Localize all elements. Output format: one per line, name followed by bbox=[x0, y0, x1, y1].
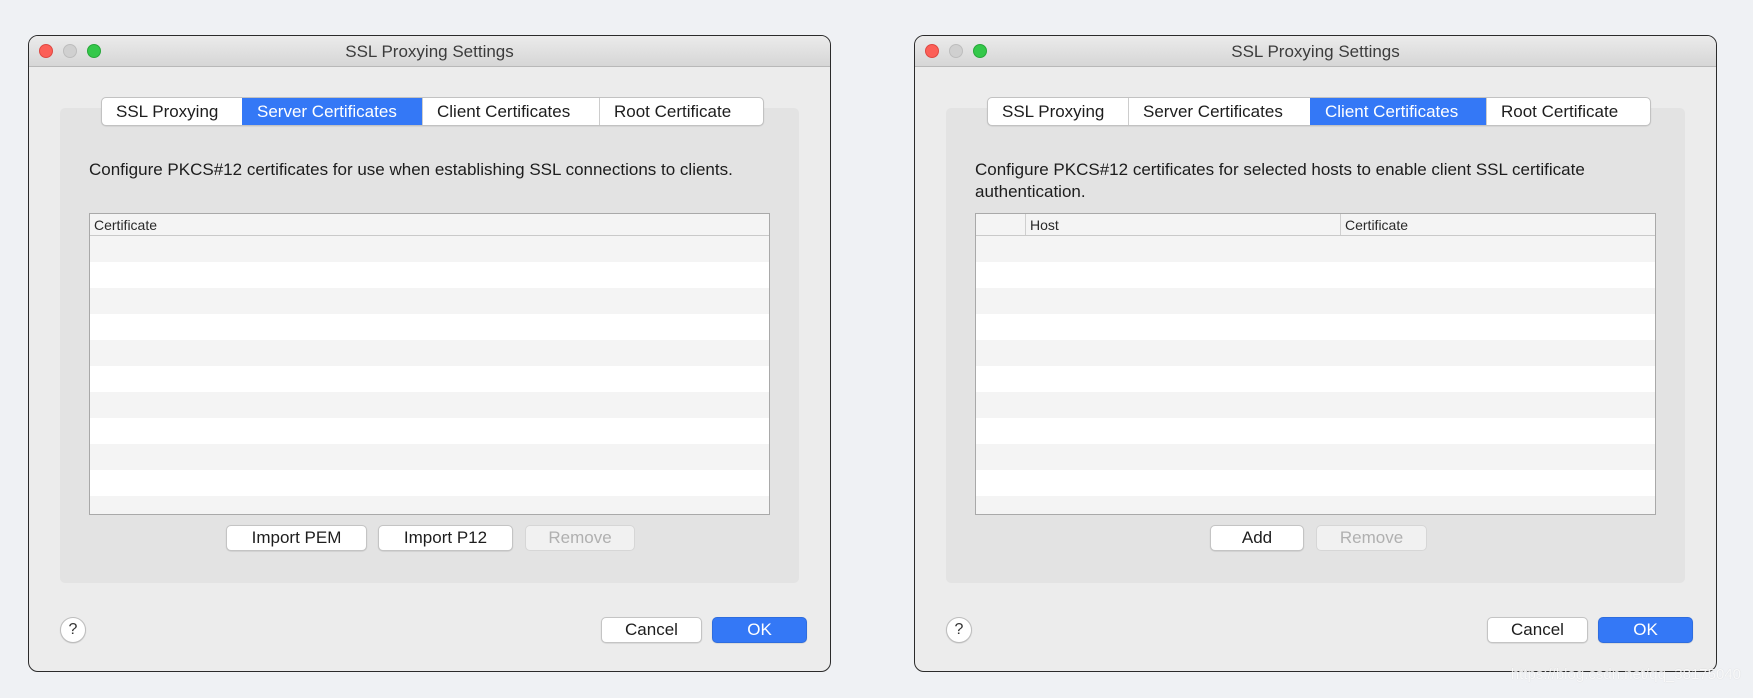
table-row bbox=[90, 262, 769, 288]
table-row bbox=[976, 288, 1655, 314]
column-header-enabled[interactable] bbox=[976, 214, 1025, 235]
ok-button[interactable]: OK bbox=[1598, 617, 1693, 643]
remove-button[interactable]: Remove bbox=[1316, 525, 1427, 551]
table-header: Host Certificate bbox=[976, 214, 1655, 236]
tab-ssl-proxying[interactable]: SSL Proxying bbox=[102, 98, 242, 125]
table-body[interactable] bbox=[976, 236, 1655, 514]
table-row bbox=[976, 496, 1655, 514]
tab-client-certificates[interactable]: Client Certificates bbox=[1310, 98, 1486, 125]
cancel-button[interactable]: Cancel bbox=[601, 617, 702, 643]
table-row bbox=[90, 340, 769, 366]
description-text: Configure PKCS#12 certificates for use w… bbox=[89, 160, 733, 179]
tab-root-certificate[interactable]: Root Certificate bbox=[1486, 98, 1650, 125]
host-certificates-table[interactable]: Host Certificate bbox=[975, 213, 1656, 515]
table-row bbox=[90, 444, 769, 470]
add-button[interactable]: Add bbox=[1210, 525, 1304, 551]
table-row bbox=[90, 314, 769, 340]
column-header-host[interactable]: Host bbox=[1025, 214, 1340, 235]
table-header: Certificate bbox=[90, 214, 769, 236]
table-row bbox=[90, 496, 769, 514]
help-button[interactable]: ? bbox=[946, 617, 972, 643]
description-text: Configure PKCS#12 certificates for selec… bbox=[975, 160, 1585, 201]
tab-server-certificates[interactable]: Server Certificates bbox=[242, 98, 422, 125]
table-row bbox=[90, 392, 769, 418]
tab-bar: SSL Proxying Server Certificates Client … bbox=[101, 97, 764, 126]
tab-server-certificates[interactable]: Server Certificates bbox=[1128, 98, 1310, 125]
table-row bbox=[976, 470, 1655, 496]
certificates-table[interactable]: Certificate bbox=[89, 213, 770, 515]
title-bar[interactable]: SSL Proxying Settings bbox=[29, 36, 830, 67]
help-button[interactable]: ? bbox=[60, 617, 86, 643]
table-row bbox=[90, 470, 769, 496]
table-row bbox=[90, 236, 769, 262]
table-row bbox=[976, 262, 1655, 288]
table-row bbox=[976, 340, 1655, 366]
window-title: SSL Proxying Settings bbox=[345, 42, 514, 61]
table-row bbox=[976, 444, 1655, 470]
tab-ssl-proxying[interactable]: SSL Proxying bbox=[988, 98, 1128, 125]
import-pem-button[interactable]: Import PEM bbox=[226, 525, 367, 551]
remove-button[interactable]: Remove bbox=[525, 525, 635, 551]
table-row bbox=[976, 392, 1655, 418]
table-row bbox=[976, 236, 1655, 262]
table-row bbox=[90, 288, 769, 314]
cancel-button[interactable]: Cancel bbox=[1487, 617, 1588, 643]
column-header-certificate[interactable]: Certificate bbox=[1340, 214, 1655, 235]
import-p12-button[interactable]: Import P12 bbox=[378, 525, 513, 551]
table-body[interactable] bbox=[90, 236, 769, 514]
ssl-proxying-settings-window-right: SSL Proxying Settings SSL Proxying Serve… bbox=[914, 35, 1717, 672]
tab-root-certificate[interactable]: Root Certificate bbox=[599, 98, 763, 125]
column-header-certificate[interactable]: Certificate bbox=[90, 214, 769, 235]
title-bar[interactable]: SSL Proxying Settings bbox=[915, 36, 1716, 67]
window-title: SSL Proxying Settings bbox=[1231, 42, 1400, 61]
ssl-proxying-settings-window-left: SSL Proxying Settings SSL Proxying Serve… bbox=[28, 35, 831, 672]
tab-bar: SSL Proxying Server Certificates Client … bbox=[987, 97, 1651, 126]
ok-button[interactable]: OK bbox=[712, 617, 807, 643]
table-row bbox=[976, 418, 1655, 444]
table-row bbox=[90, 418, 769, 444]
table-row bbox=[976, 366, 1655, 392]
table-row bbox=[90, 366, 769, 392]
watermark-text: https://blog.csdn.net/qq_38175040 bbox=[1510, 666, 1741, 683]
table-row bbox=[976, 314, 1655, 340]
tab-client-certificates[interactable]: Client Certificates bbox=[422, 98, 599, 125]
